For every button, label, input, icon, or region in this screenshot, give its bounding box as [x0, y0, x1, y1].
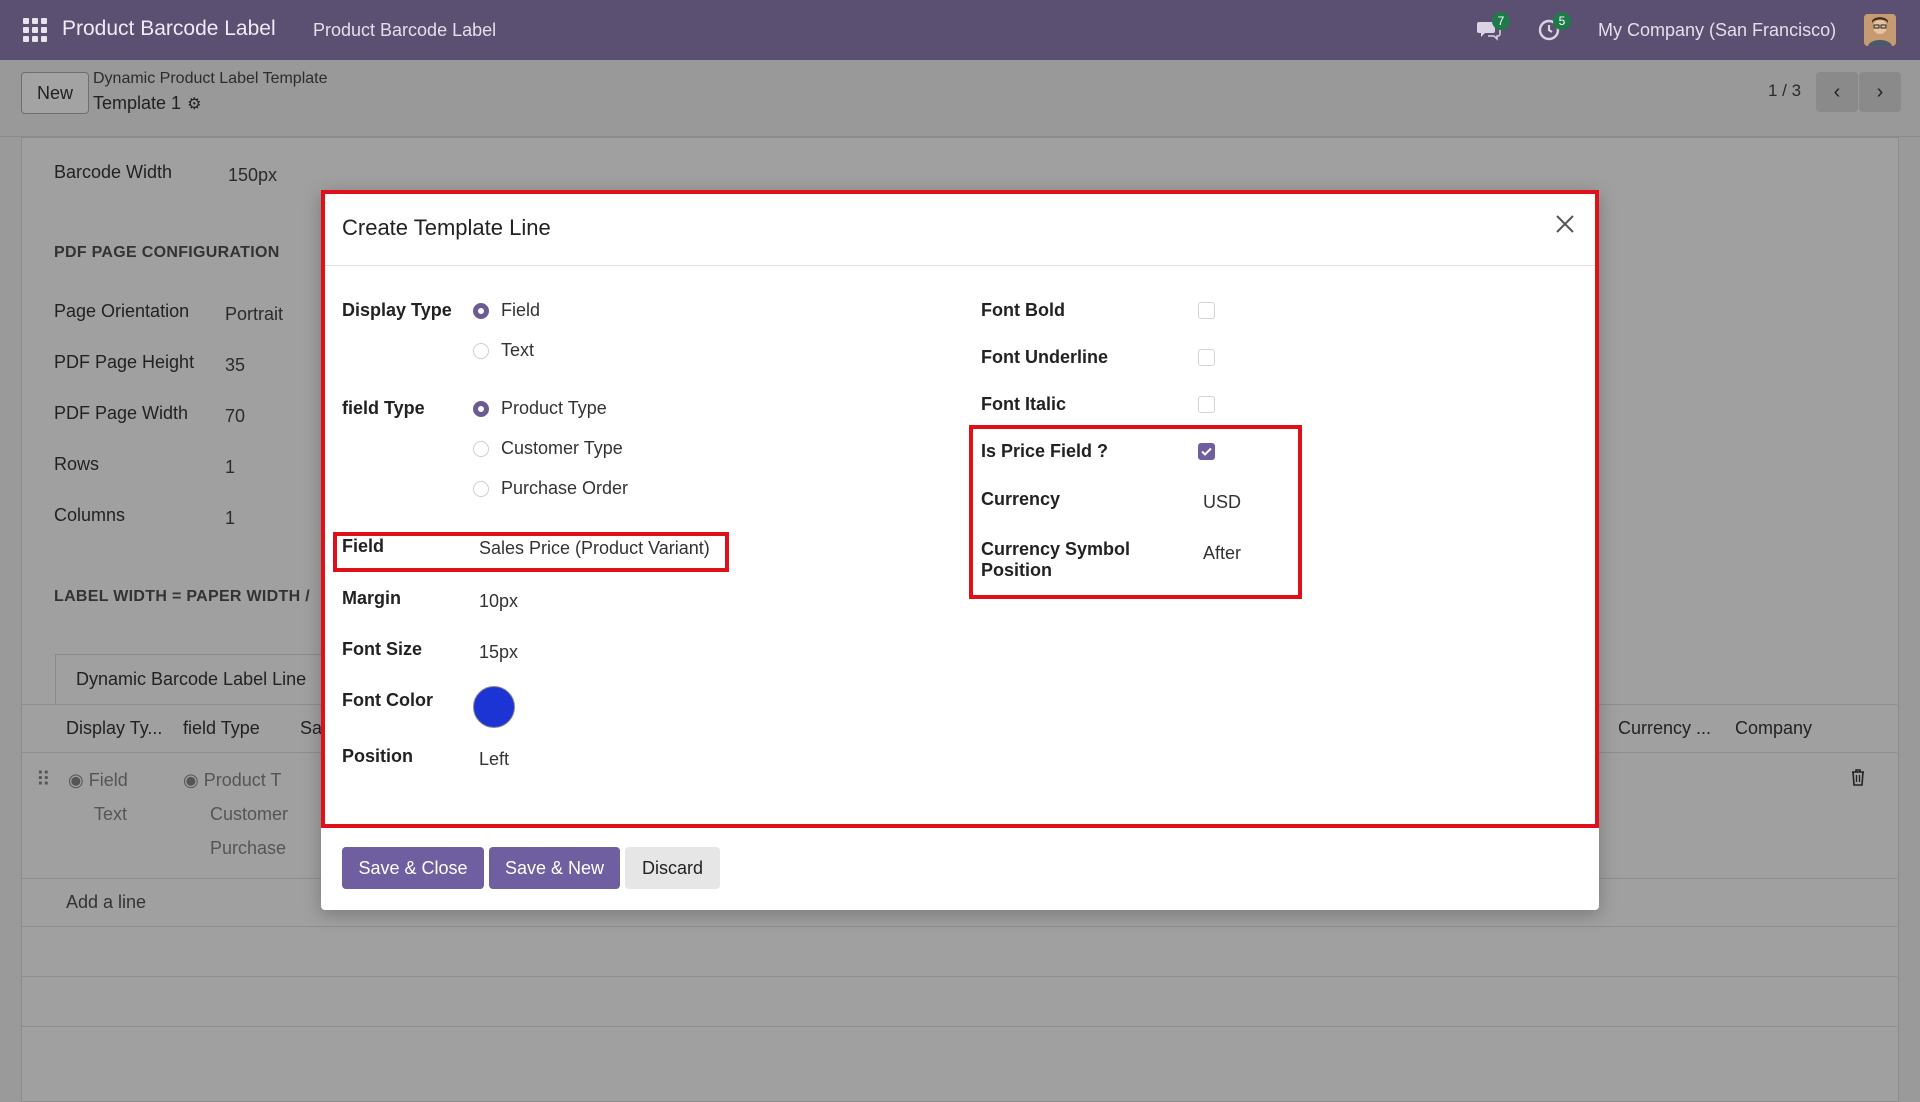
columns-value[interactable]: 1	[225, 508, 235, 529]
divider	[21, 976, 1897, 977]
breadcrumb-current: Template 1 ⚙	[93, 93, 201, 114]
divider	[21, 926, 1897, 927]
activities-icon[interactable]: 5	[1537, 12, 1571, 44]
pdf-width-value[interactable]: 70	[225, 406, 245, 427]
col-header-field-type[interactable]: field Type	[183, 718, 260, 739]
row-type-product: Product T	[203, 770, 282, 790]
company-switcher[interactable]: My Company (San Francisco)	[1598, 20, 1836, 41]
app-name[interactable]: Product Barcode Label	[62, 17, 276, 41]
row-type-purchase: Purchase	[210, 838, 287, 858]
pdf-width-label: PDF Page Width	[54, 403, 189, 423]
trash-icon[interactable]	[1850, 768, 1866, 791]
row-display-field: Field	[88, 770, 128, 790]
label-width-section: LABEL WIDTH = PAPER WIDTH /	[54, 588, 310, 605]
col-header-company[interactable]: Company	[1735, 718, 1812, 739]
col-header-display-type[interactable]: Display Ty...	[66, 718, 162, 739]
pager-value[interactable]: 1 / 3	[1768, 81, 1801, 101]
messages-badge: 7	[1492, 12, 1510, 30]
highlight-dialog-body	[321, 190, 1599, 828]
rows-label: Rows	[54, 454, 100, 474]
menu-item-product-barcode-label[interactable]: Product Barcode Label	[313, 20, 496, 41]
add-a-line-link[interactable]: Add a line	[66, 892, 146, 913]
highlight-field	[333, 532, 729, 572]
col-header-currency[interactable]: Currency ...	[1618, 718, 1711, 739]
drag-handle-icon[interactable]: ⠿	[36, 767, 51, 792]
columns-label: Columns	[54, 505, 126, 525]
save-close-button[interactable]: Save & Close	[342, 847, 484, 889]
pdf-height-value[interactable]: 35	[225, 355, 245, 376]
pager-next-button[interactable]: ›	[1859, 72, 1901, 112]
page-orientation-value[interactable]: Portrait	[225, 304, 283, 325]
barcode-width-label: Barcode Width	[54, 162, 173, 182]
control-panel: New Dynamic Product Label Template Templ…	[0, 60, 1920, 137]
save-new-button[interactable]: Save & New	[489, 847, 620, 889]
activities-badge: 5	[1553, 12, 1571, 30]
discard-button[interactable]: Discard	[625, 847, 720, 889]
top-navbar: Product Barcode Label Product Barcode La…	[0, 0, 1920, 60]
page-orientation-label: Page Orientation	[54, 301, 190, 321]
breadcrumb-current-label: Template 1	[93, 93, 182, 113]
chevron-right-icon: ›	[1876, 80, 1884, 103]
breadcrumb-parent[interactable]: Dynamic Product Label Template	[93, 70, 328, 88]
pdf-config-section: PDF PAGE CONFIGURATION	[54, 244, 280, 261]
col-header-sa[interactable]: Sa	[300, 718, 322, 739]
row-type-customer: Customer	[210, 804, 289, 824]
row-radio-product[interactable]: ◉ Product T	[183, 770, 281, 791]
barcode-width-value[interactable]: 150px	[228, 165, 277, 186]
divider	[21, 1026, 1897, 1027]
rows-value[interactable]: 1	[225, 457, 235, 478]
apps-menu-icon[interactable]	[23, 18, 47, 42]
messages-icon[interactable]: 7	[1476, 12, 1510, 44]
chevron-left-icon: ‹	[1833, 80, 1841, 103]
new-button[interactable]: New	[21, 72, 89, 114]
pdf-height-label: PDF Page Height	[54, 352, 195, 372]
row-radio-field[interactable]: ◉ Field	[68, 770, 128, 791]
row-display-text: Text	[94, 804, 128, 824]
tab-label: Dynamic Barcode Label Line	[76, 669, 307, 689]
gear-icon[interactable]: ⚙	[187, 94, 201, 114]
highlight-price-settings	[969, 425, 1302, 599]
pager-previous-button[interactable]: ‹	[1816, 72, 1858, 112]
user-avatar[interactable]	[1864, 14, 1896, 46]
